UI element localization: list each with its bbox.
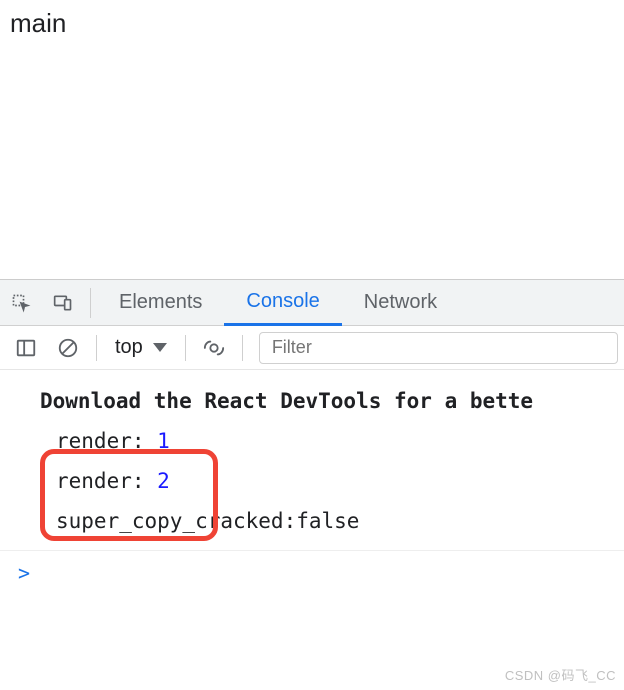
device-toggle-icon[interactable] — [42, 280, 84, 326]
divider — [96, 335, 97, 361]
browser-page-area: main — [0, 0, 624, 280]
clear-console-icon[interactable] — [48, 328, 88, 368]
inspect-element-icon[interactable] — [0, 280, 42, 326]
sidebar-toggle-icon[interactable] — [6, 328, 46, 368]
devtools-panel: Elements Console Network top — [0, 280, 624, 585]
context-selector[interactable]: top — [105, 336, 177, 359]
context-label: top — [115, 336, 143, 359]
console-toolbar: top — [0, 326, 624, 370]
log-value: 2 — [157, 469, 170, 493]
divider — [185, 335, 186, 361]
divider — [90, 288, 91, 318]
watermark: CSDN @码飞_CC — [505, 665, 616, 684]
log-value: 1 — [157, 429, 170, 453]
devtools-tab-bar: Elements Console Network — [0, 280, 624, 326]
divider — [242, 335, 243, 361]
console-prompt[interactable]: > — [0, 550, 624, 585]
tab-network[interactable]: Network — [342, 280, 459, 326]
filter-input[interactable] — [259, 332, 618, 364]
page-text-main: main — [10, 8, 66, 38]
chevron-down-icon — [153, 343, 167, 352]
log-label: render: — [56, 429, 157, 453]
log-row: Download the React DevTools for a bette — [0, 382, 624, 422]
live-expression-icon[interactable] — [194, 328, 234, 368]
tab-console[interactable]: Console — [224, 280, 341, 326]
console-output: Download the React DevTools for a bette … — [0, 370, 624, 585]
log-row: super_copy_cracked:false — [0, 502, 624, 542]
tab-elements[interactable]: Elements — [97, 280, 224, 326]
log-row: render: 2 — [0, 462, 624, 502]
log-row: render: 1 — [0, 422, 624, 462]
log-label: render: — [56, 469, 157, 493]
